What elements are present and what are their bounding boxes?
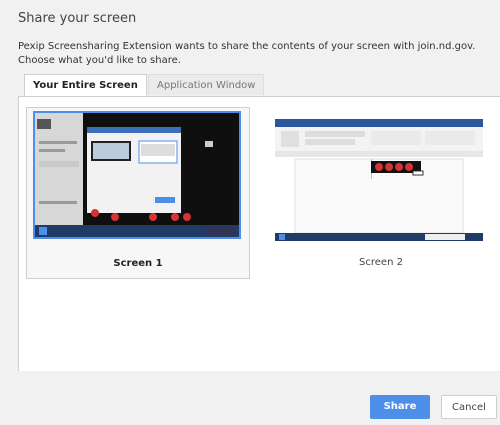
screen-1-preview-graphic	[35, 113, 239, 237]
source-tile-screen-2[interactable]: Screen 2	[269, 107, 493, 279]
dialog-footer: Share Cancel	[0, 371, 500, 425]
share-button[interactable]: Share	[370, 395, 430, 419]
screen-1-label: Screen 1	[113, 258, 163, 269]
cancel-button[interactable]: Cancel	[441, 395, 497, 419]
tab-application-window[interactable]: Application Window	[148, 74, 265, 95]
tab-bar: Your Entire Screen Application Window	[18, 74, 488, 96]
tab-entire-screen[interactable]: Your Entire Screen	[24, 74, 147, 96]
source-tile-screen-1[interactable]: Screen 1	[26, 107, 250, 279]
screen-1-thumbnail	[33, 111, 241, 239]
share-screen-dialog: Share your screen Pexip Screensharing Ex…	[0, 0, 500, 425]
dialog-title: Share your screen	[18, 11, 137, 26]
dialog-description: Pexip Screensharing Extension wants to s…	[18, 41, 476, 66]
screen-2-label: Screen 2	[359, 257, 403, 268]
screen-2-thumbnail	[275, 119, 483, 241]
screen-2-preview-graphic	[275, 119, 483, 241]
source-panel: Screen 1 Screen 2	[18, 96, 500, 372]
